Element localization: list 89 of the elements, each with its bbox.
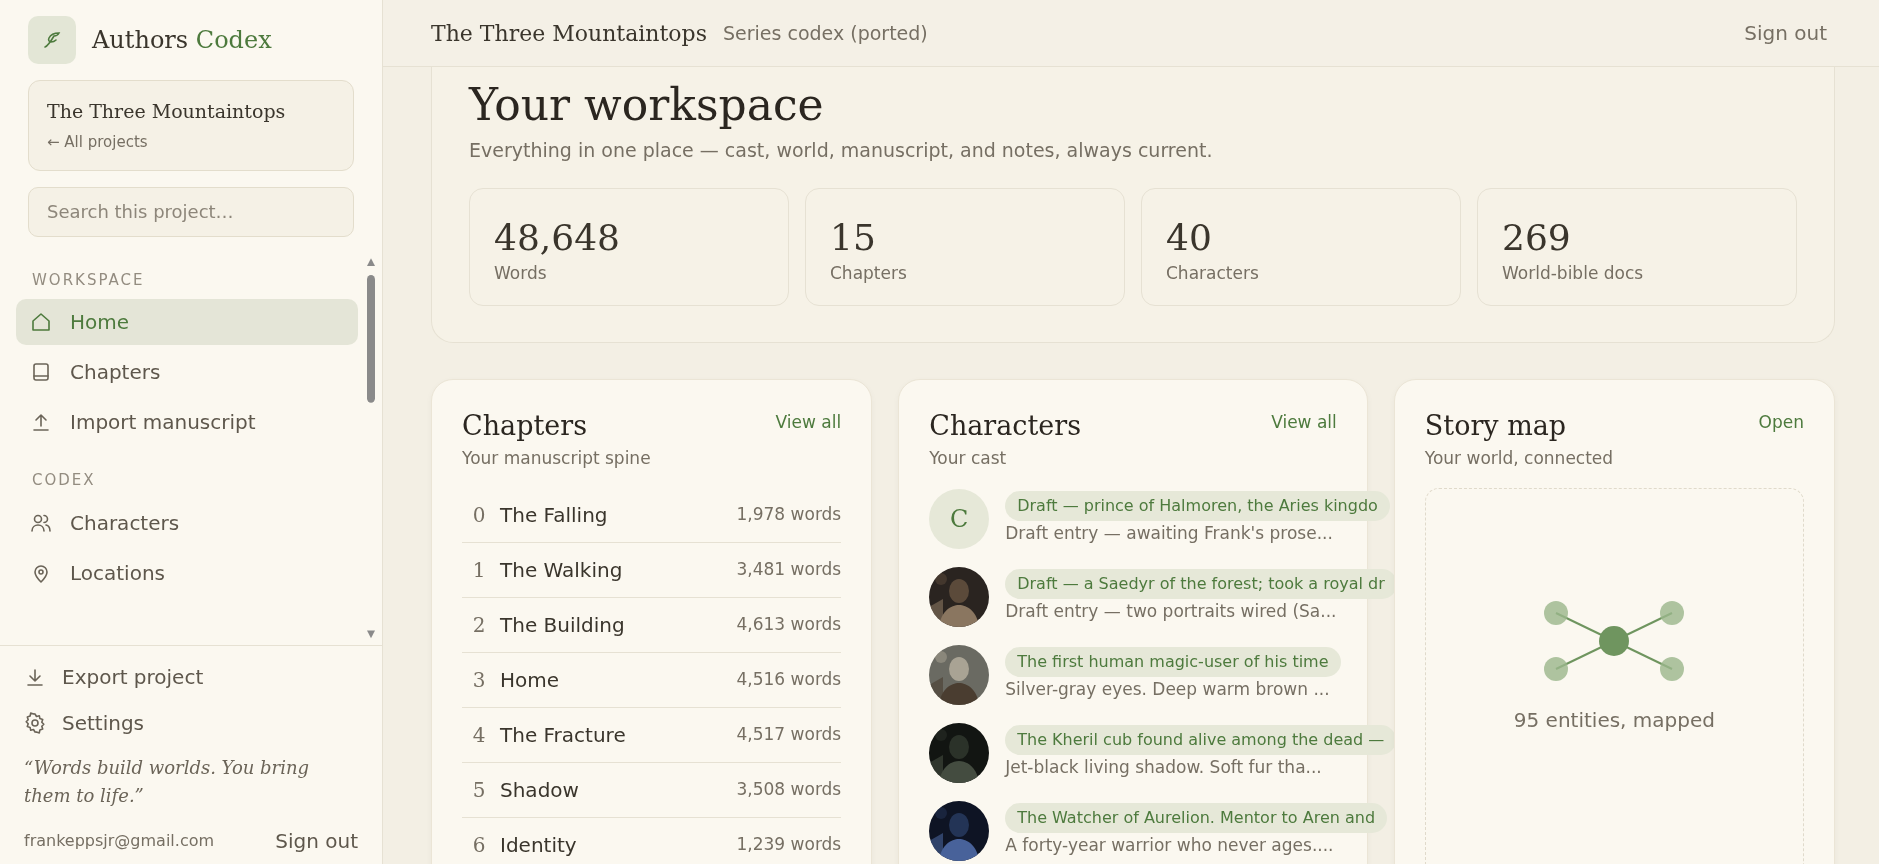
character-row[interactable]: Draft — a Saedyr of the forest; took a royal dr Draft entry — two portraits wired (Sa... bbox=[929, 565, 1397, 628]
card-subtitle: Your cast bbox=[929, 447, 1008, 471]
chapter-title: The Fracture bbox=[500, 721, 627, 749]
sign-out-link[interactable]: Sign out bbox=[1744, 18, 1827, 49]
chapter-title: The Walking bbox=[500, 556, 624, 584]
nav-item[interactable]: Characters bbox=[16, 499, 358, 546]
chapter-row[interactable]: 4 The Fracture 4,517 words bbox=[462, 707, 842, 763]
stat-value: 269 bbox=[1502, 216, 1572, 261]
word-count: 3,508 words bbox=[736, 778, 842, 802]
nav-item[interactable]: Locations bbox=[16, 549, 358, 596]
page-title: The Three Mountaintops bbox=[431, 19, 707, 48]
app-logo-text: Authors Codex bbox=[92, 25, 272, 56]
footer-link[interactable]: Settings bbox=[24, 708, 358, 739]
word-count: 4,613 words bbox=[736, 613, 842, 637]
card-title: Story map bbox=[1424, 409, 1568, 443]
stat-value: 48,648 bbox=[494, 216, 621, 261]
word-count: 1,239 words bbox=[736, 833, 842, 857]
page-subtitle: Series codex (ported) bbox=[723, 20, 928, 46]
stat-value: 40 bbox=[1166, 216, 1213, 261]
workspace-subtitle: Everything in one place — cast, world, manuscript, and notes, always current. bbox=[469, 137, 1214, 163]
character-summary: Draft entry — two portraits wired (Sa... bbox=[1005, 600, 1338, 624]
chapter-title: The Building bbox=[500, 611, 626, 639]
stat-value: 15 bbox=[830, 216, 877, 261]
chapter-title: Identity bbox=[500, 831, 578, 859]
card-title: Chapters bbox=[462, 409, 589, 443]
chapter-row[interactable]: 5 Shadow 3,508 words bbox=[462, 762, 842, 818]
avatar-initial: C bbox=[929, 488, 990, 549]
nav-item[interactable]: Home bbox=[16, 299, 358, 345]
character-summary: Jet-black living shadow. Soft fur tha... bbox=[1005, 756, 1323, 780]
upload-icon bbox=[30, 411, 52, 433]
chapter-number: 2 bbox=[471, 611, 487, 639]
character-tag: Draft — a Saedyr of the forest; took a royal dr bbox=[1005, 569, 1397, 600]
quote-text: “Words build worlds. You bring them to life.” bbox=[24, 756, 311, 809]
character-row[interactable]: The Watcher of Aurelion. Mentor to Aren and A forty-year warrior who never ages.... bbox=[929, 799, 1397, 862]
character-tag: The Kheril cub found alive among the dead — bbox=[1005, 725, 1397, 756]
book-icon bbox=[30, 361, 52, 383]
word-count: 3,481 words bbox=[736, 558, 842, 582]
user-email: frankeppsjr@gmail.com bbox=[24, 830, 215, 852]
card-action-link[interactable]: View all bbox=[1271, 409, 1337, 436]
word-count: 4,517 words bbox=[736, 723, 842, 747]
chapter-title: Home bbox=[500, 666, 561, 694]
map-caption: 95 entities, mapped bbox=[1513, 706, 1715, 734]
word-count: 1,978 words bbox=[736, 503, 842, 527]
chapter-number: 0 bbox=[471, 501, 487, 529]
chapter-row[interactable]: 2 The Building 4,613 words bbox=[462, 597, 842, 653]
download-icon bbox=[24, 666, 46, 689]
character-summary: A forty-year warrior who never ages.... bbox=[1005, 834, 1335, 858]
chapter-number: 5 bbox=[471, 776, 487, 804]
card-action-link[interactable]: View all bbox=[775, 409, 842, 436]
footer-link[interactable]: Export project bbox=[24, 662, 358, 693]
chapter-number: 6 bbox=[471, 831, 487, 859]
character-summary: Draft entry — awaiting Frank's prose... bbox=[1005, 522, 1334, 546]
character-row[interactable]: C Draft — prince of Halmoren, the Aries kingdo Draft entry — awaiting Frank's prose... bbox=[929, 487, 1397, 550]
settings-icon bbox=[24, 712, 46, 735]
house-icon bbox=[30, 311, 52, 333]
chapter-row[interactable]: 6 Identity 1,239 words bbox=[462, 817, 842, 864]
character-summary: Silver-gray eyes. Deep warm brown ... bbox=[1005, 678, 1331, 702]
chapter-title: Shadow bbox=[500, 776, 580, 804]
stat-label: World-bible docs bbox=[1502, 262, 1645, 286]
card-subtitle: Your world, connected bbox=[1424, 447, 1614, 471]
chapter-title: The Falling bbox=[500, 501, 609, 529]
all-projects-link[interactable]: ← All projects bbox=[47, 130, 148, 153]
character-row[interactable]: The Kheril cub found alive among the dead — Jet-black living shadow. Soft fur tha... bbox=[929, 721, 1397, 784]
card-title: Characters bbox=[929, 409, 1082, 443]
chapter-row[interactable]: 1 The Walking 3,481 words bbox=[462, 542, 842, 598]
chapter-row[interactable]: 0 The Falling 1,978 words bbox=[462, 487, 842, 543]
section-heading: CODEX bbox=[32, 470, 97, 491]
stat-label: Characters bbox=[1166, 262, 1260, 286]
word-count: 4,516 words bbox=[736, 668, 842, 692]
character-row[interactable]: The first human magic-user of his time Silver-gray eyes. Deep warm brown ... bbox=[929, 643, 1397, 706]
section-heading: WORKSPACE bbox=[32, 269, 146, 291]
chapter-number: 3 bbox=[471, 666, 487, 694]
stat-label: Chapters bbox=[830, 262, 908, 286]
workspace-title: Your workspace bbox=[469, 79, 825, 132]
character-tag: The first human magic-user of his time bbox=[1005, 647, 1341, 678]
chapter-row[interactable]: 3 Home 4,516 words bbox=[462, 652, 842, 708]
character-tag: Draft — prince of Halmoren, the Aries kingdo bbox=[1005, 491, 1390, 522]
chapter-number: 1 bbox=[471, 556, 487, 584]
nav-item[interactable]: Chapters bbox=[16, 349, 358, 395]
logo-icon bbox=[28, 16, 76, 64]
project-title: The Three Mountaintops bbox=[47, 99, 287, 124]
sign-out-link[interactable]: Sign out bbox=[275, 826, 358, 856]
nav-item[interactable]: Import manuscript bbox=[16, 399, 358, 445]
card-action-link[interactable]: Open bbox=[1758, 409, 1804, 436]
character-tag: The Watcher of Aurelion. Mentor to Aren and bbox=[1005, 803, 1388, 834]
chapter-number: 4 bbox=[471, 721, 487, 749]
card-subtitle: Your manuscript spine bbox=[462, 447, 651, 471]
search-field[interactable]: Search this project… bbox=[28, 186, 354, 237]
stat-label: Words bbox=[494, 262, 548, 286]
